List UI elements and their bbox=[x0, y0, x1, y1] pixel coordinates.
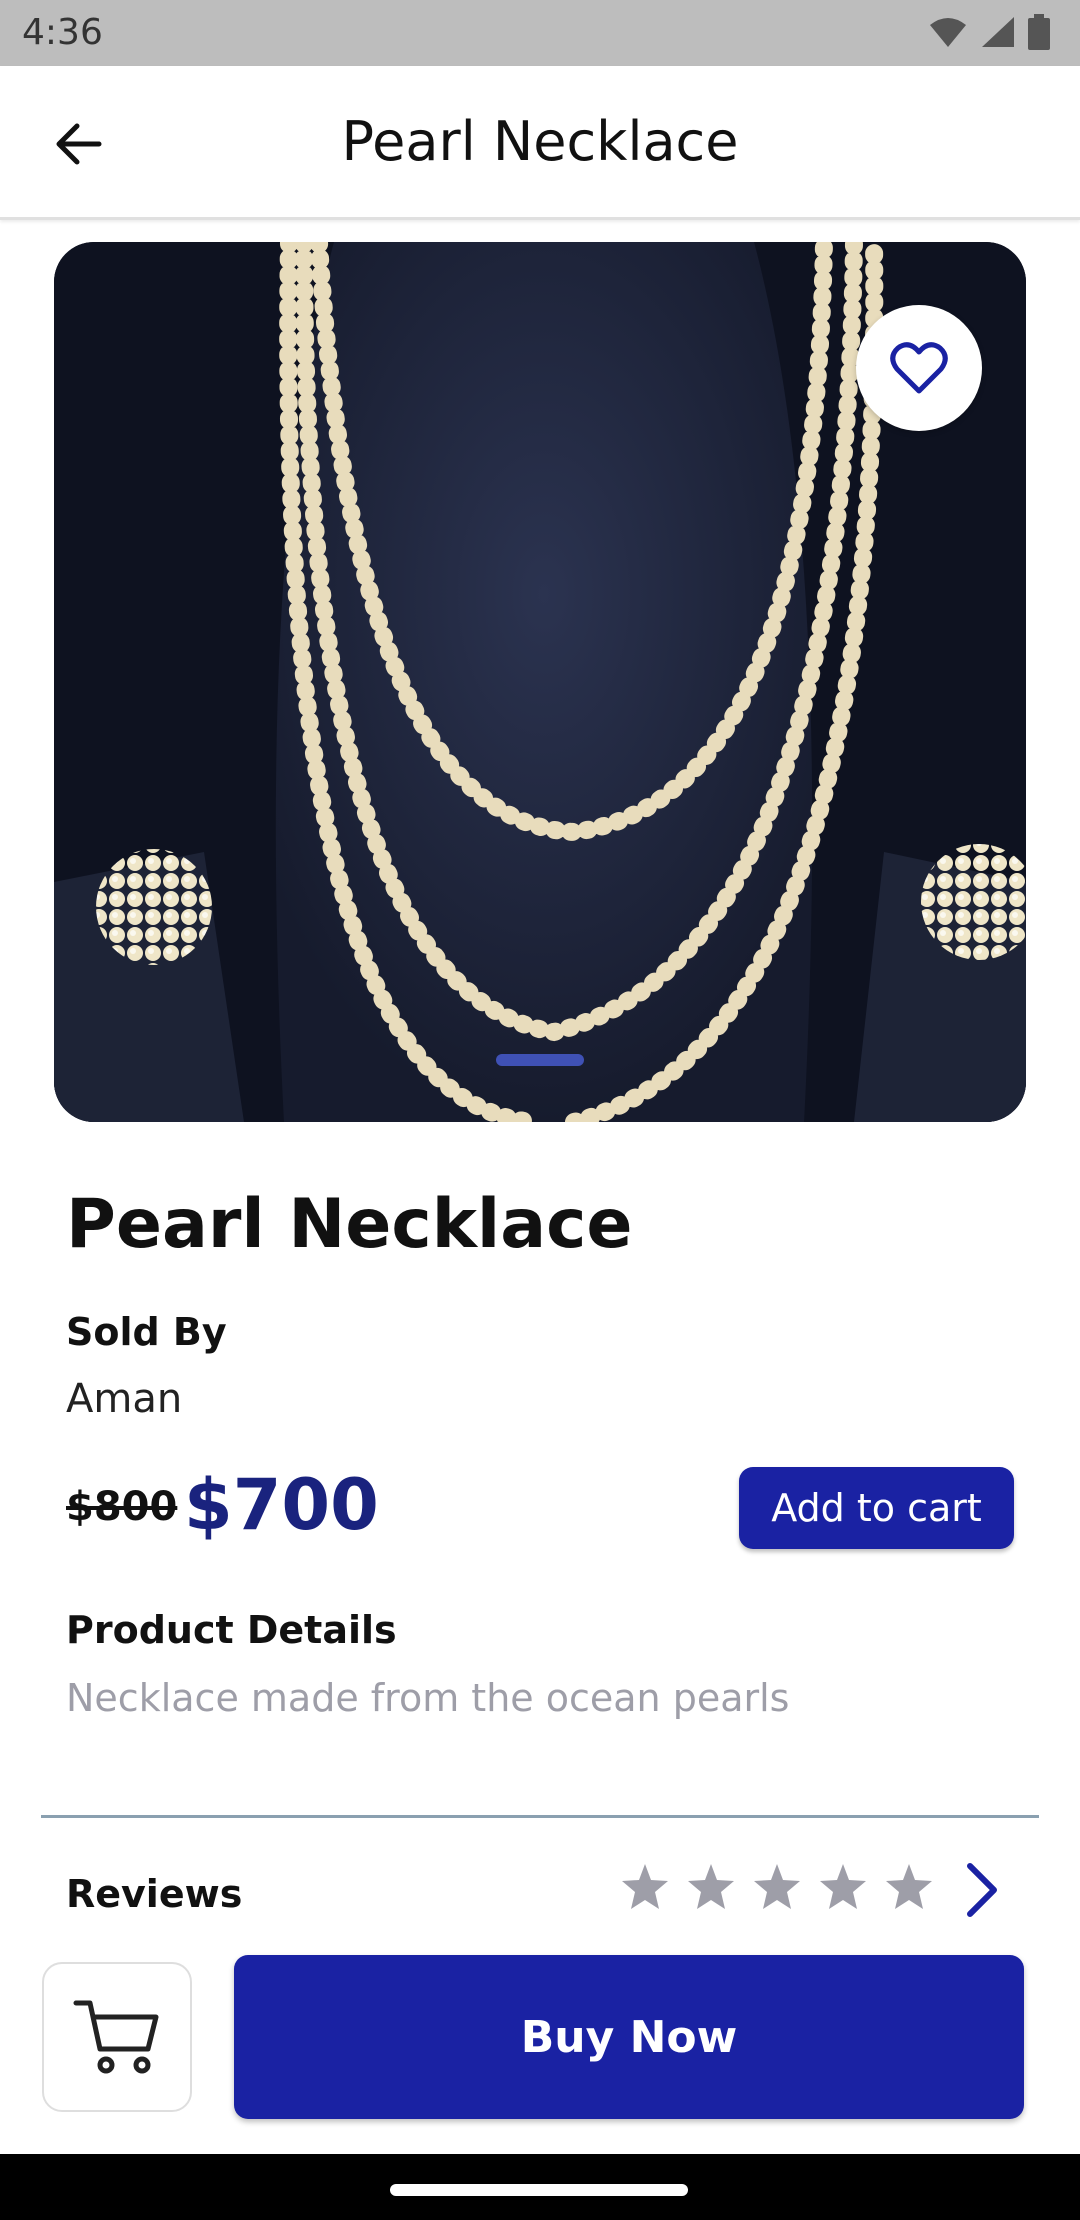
heart-outline-icon bbox=[890, 342, 948, 394]
page-title: Pearl Necklace bbox=[341, 110, 739, 173]
sold-by-label: Sold By bbox=[66, 1310, 227, 1354]
buy-now-button[interactable]: Buy Now bbox=[234, 1955, 1024, 2119]
seller-name: Aman bbox=[66, 1376, 183, 1422]
battery-icon bbox=[1028, 14, 1050, 50]
status-time: 4:36 bbox=[22, 12, 103, 53]
original-price: $800 bbox=[66, 1484, 178, 1530]
chevron-right-icon[interactable] bbox=[960, 1862, 1004, 1918]
wifi-icon bbox=[930, 18, 966, 47]
star-icon[interactable] bbox=[884, 1862, 934, 1912]
star-icon[interactable] bbox=[818, 1862, 868, 1912]
cart-icon bbox=[73, 2000, 159, 2074]
divider bbox=[41, 1815, 1039, 1818]
product-name: Pearl Necklace bbox=[66, 1185, 633, 1264]
star-rating[interactable] bbox=[620, 1862, 934, 1912]
image-pager-indicator bbox=[496, 1054, 584, 1066]
status-bar: 4:36 bbox=[0, 0, 1080, 66]
star-icon[interactable] bbox=[752, 1862, 802, 1912]
cart-button[interactable] bbox=[42, 1962, 192, 2112]
product-details-label: Product Details bbox=[66, 1608, 397, 1652]
home-indicator[interactable] bbox=[390, 2184, 688, 2196]
sale-price: $700 bbox=[184, 1464, 379, 1546]
status-icons bbox=[928, 14, 1050, 50]
add-to-cart-button[interactable]: Add to cart bbox=[739, 1467, 1014, 1549]
reviews-label: Reviews bbox=[66, 1872, 243, 1916]
app-bar: Pearl Necklace bbox=[0, 66, 1080, 220]
favorite-button[interactable] bbox=[856, 305, 982, 431]
star-icon[interactable] bbox=[620, 1862, 670, 1912]
signal-icon bbox=[982, 17, 1014, 47]
product-details-text: Necklace made from the ocean pearls bbox=[66, 1676, 790, 1720]
star-icon[interactable] bbox=[686, 1862, 736, 1912]
